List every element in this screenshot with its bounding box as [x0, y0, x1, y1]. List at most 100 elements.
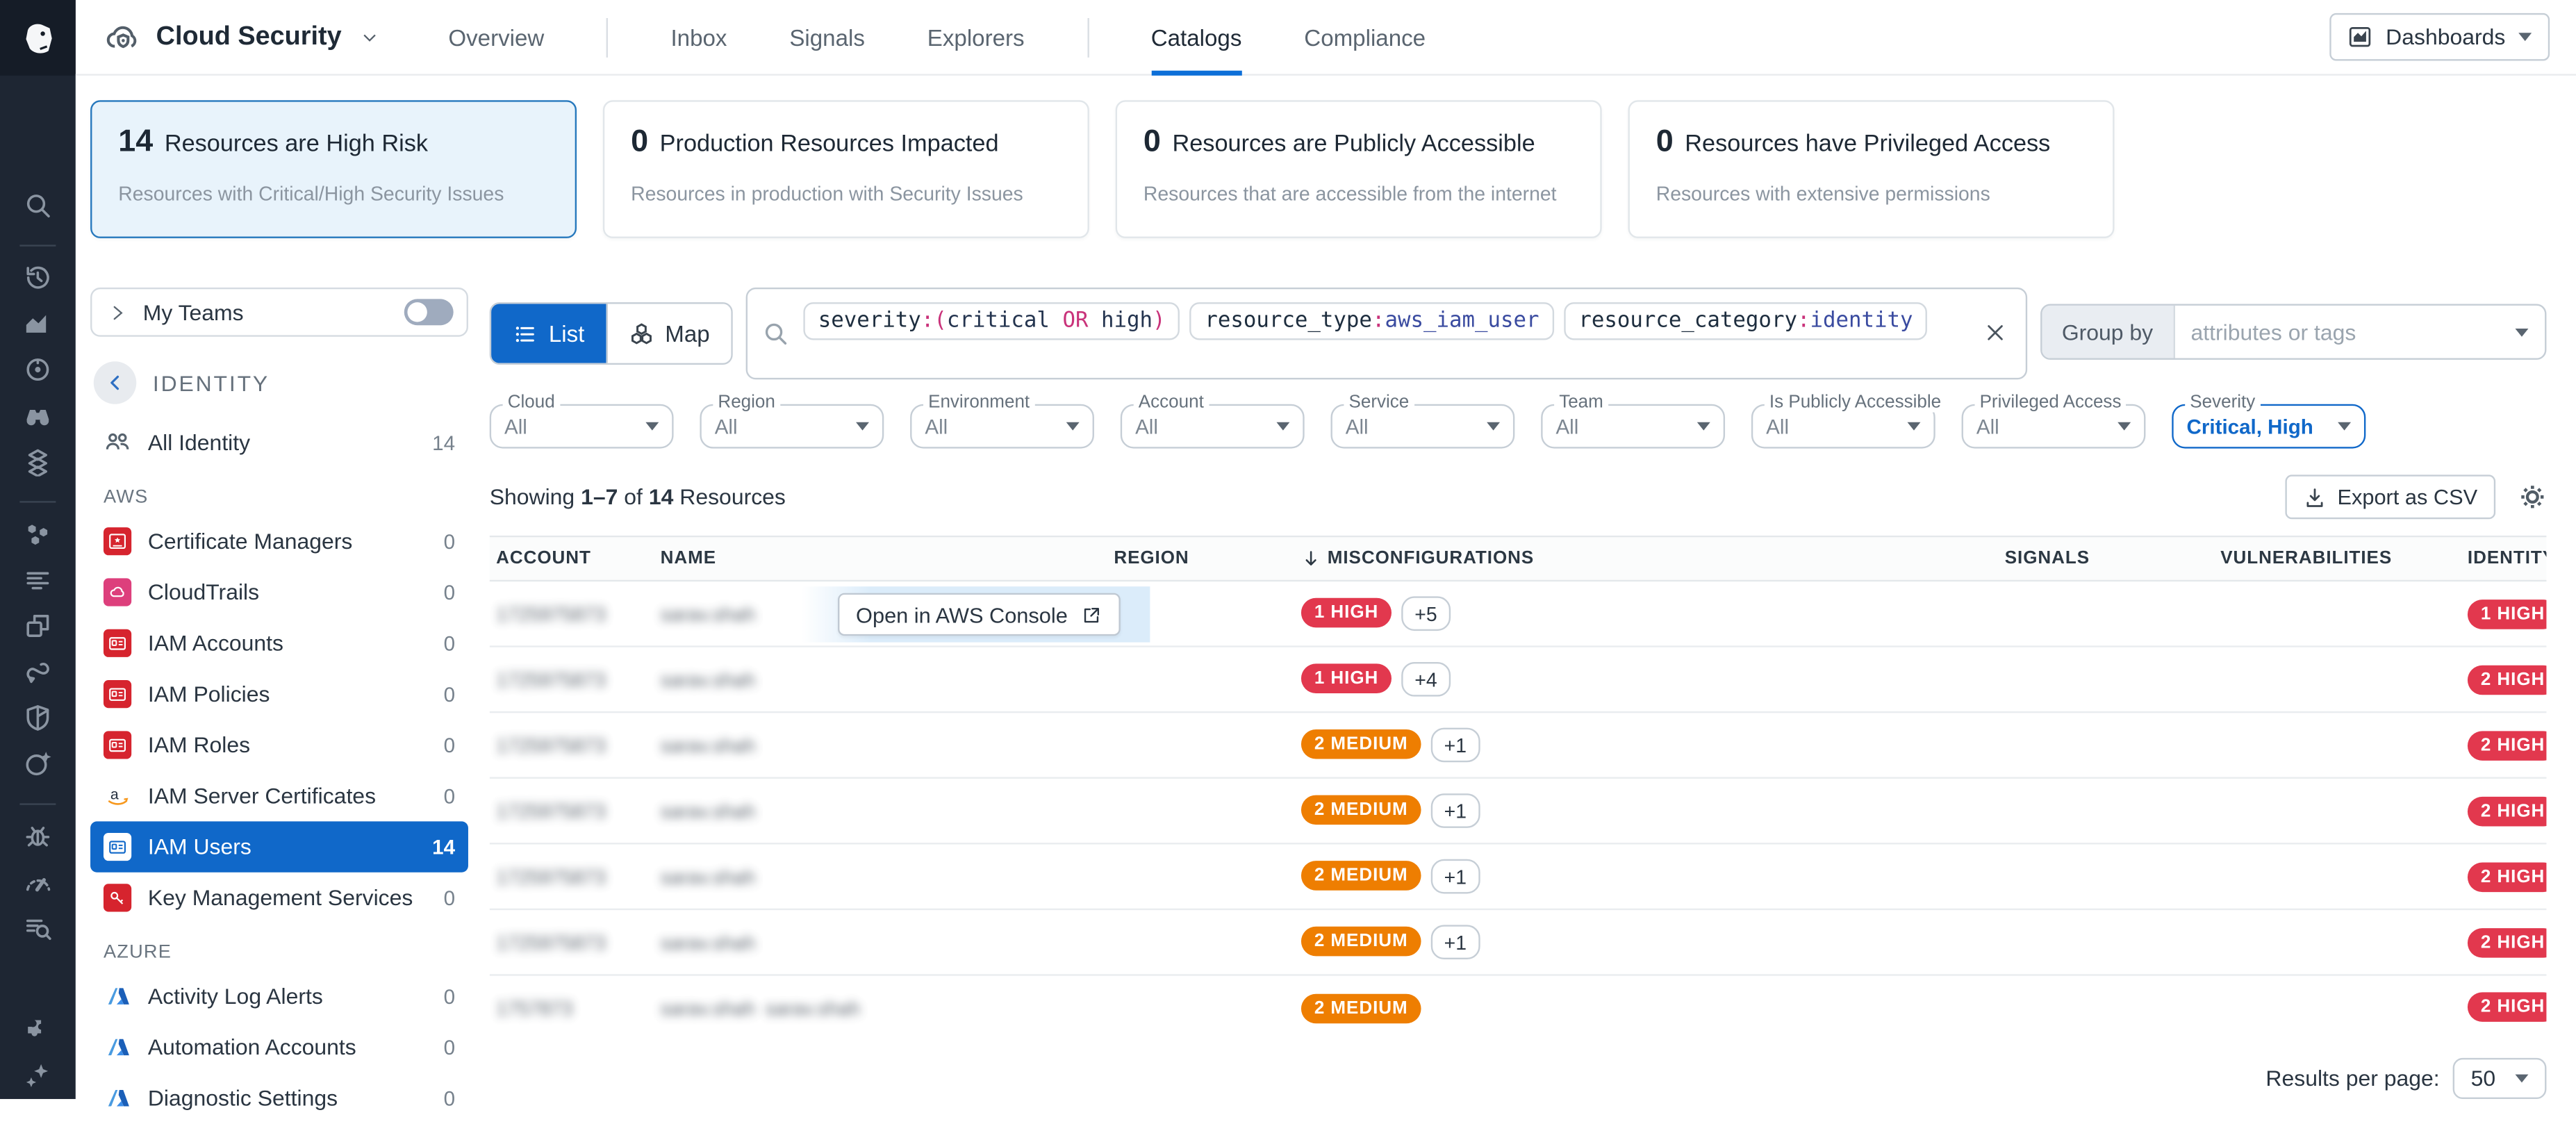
software-catalog-icon[interactable]	[23, 447, 53, 477]
search-toolbar: List Map severity:(critical OR high) reso…	[490, 288, 2547, 379]
query-chip-0[interactable]: severity:(critical OR high)	[803, 302, 1180, 340]
processes-icon[interactable]	[23, 519, 53, 549]
tab-compliance[interactable]: Compliance	[1304, 0, 1426, 75]
monitors-icon[interactable]	[23, 355, 53, 385]
table-row-6[interactable]: 1757873sarav.shahsarav.shah2 MEDIUM2 HIG…	[490, 976, 2547, 1039]
table-row-2[interactable]: 1725975873sarav.shah2 MEDIUM+12 HIGH	[490, 713, 2547, 779]
synthetics-icon[interactable]	[23, 657, 53, 687]
sidebar-item-iam-roles[interactable]: IAM Roles0	[90, 720, 468, 770]
integrations-puzzle-icon[interactable]	[23, 1015, 53, 1045]
my-teams-toggle-row[interactable]: My Teams	[90, 288, 468, 337]
query-chip-2[interactable]: resource_category:identity	[1564, 302, 1928, 340]
sidebar-item-label: IAM Roles	[148, 733, 250, 757]
query-search-box[interactable]: severity:(critical OR high) resource_type…	[746, 288, 2027, 379]
app-builder-icon[interactable]	[23, 611, 53, 641]
tab-overview[interactable]: Overview	[448, 0, 544, 75]
back-button[interactable]	[94, 361, 136, 404]
summary-card-2[interactable]: 0Resources are Publicly AccessibleResour…	[1116, 100, 1602, 238]
export-csv-label: Export as CSV	[2337, 485, 2477, 509]
map-view-button[interactable]: Map	[606, 304, 731, 363]
my-teams-switch[interactable]	[404, 299, 454, 325]
query-chip-1[interactable]: resource_type:aws_iam_user	[1190, 302, 1554, 340]
filter-environment[interactable]: EnvironmentAll	[910, 404, 1094, 449]
metrics-icon[interactable]	[23, 309, 53, 339]
sort-desc-icon	[1301, 549, 1321, 568]
sidebar-item-certificate-managers[interactable]: Certificate Managers0	[90, 516, 468, 567]
table-row-0[interactable]: 1725975873sarav.shah1 HIGH+51 HIGHOpen i…	[490, 581, 2547, 647]
redacted-account-id: 1725975873	[496, 931, 606, 954]
filter-team[interactable]: TeamAll	[1541, 404, 1725, 449]
results-per-page-select[interactable]: 50	[2453, 1058, 2547, 1099]
top-navigation-bar: Cloud Security Overview Inbox Signals Explo…	[76, 0, 2576, 76]
sidebar-item-key-management-services[interactable]: Key Management Services0	[90, 873, 468, 923]
security-shield-icon[interactable]	[23, 703, 53, 733]
filter-is-publicly-accessible[interactable]: Is Publicly AccessibleAll	[1751, 404, 1935, 449]
column-header-name[interactable]: NAME	[661, 549, 1114, 568]
table-row-5[interactable]: 1725975873sarav.shah2 MEDIUM+12 HIGH	[490, 910, 2547, 976]
export-csv-button[interactable]: Export as CSV	[2285, 474, 2495, 519]
clear-query-icon[interactable]	[1985, 322, 2006, 352]
filter-cloud[interactable]: CloudAll	[490, 404, 674, 449]
table-row-4[interactable]: 1725975873sarav.shah2 MEDIUM+12 HIGH	[490, 845, 2547, 911]
top-tabs: Overview Inbox Signals Explorers Catalogs Com…	[448, 0, 1426, 75]
logs-icon[interactable]	[23, 565, 53, 595]
column-header-region[interactable]: REGION	[1114, 549, 1301, 568]
sidebar-item-automation-accounts[interactable]: Automation Accounts0	[90, 1022, 468, 1073]
tab-explorers[interactable]: Explorers	[927, 0, 1025, 75]
sidebar-item-iam-policies[interactable]: IAM Policies0	[90, 668, 468, 719]
filter-severity[interactable]: SeverityCritical, High	[2172, 404, 2366, 449]
resource-catalog-content: List Map severity:(critical OR high) reso…	[490, 288, 2547, 1099]
product-switcher[interactable]: Cloud Security	[105, 19, 379, 55]
tab-catalogs[interactable]: Catalogs	[1151, 0, 1242, 75]
open-in-aws-console-button[interactable]: Open in AWS Console	[838, 593, 1120, 636]
identity-risk-badge: 2 HIGH	[2468, 730, 2547, 760]
list-view-button[interactable]: List	[491, 304, 606, 363]
column-header-vulnerabilities[interactable]: VULNERABILITIES	[2090, 549, 2392, 568]
sidebar-item-iam-server-certificates[interactable]: aIAM Server Certificates0	[90, 770, 468, 821]
sidebar-item-activity-log-alerts[interactable]: Activity Log Alerts0	[90, 971, 468, 1022]
card-subtitle: Resources that are accessible from the i…	[1143, 182, 1574, 205]
group-by-control[interactable]: Group by attributes or tags	[2040, 304, 2546, 359]
error-tracking-bug-icon[interactable]	[23, 821, 53, 851]
sidebar-item-label: IAM Users	[148, 834, 251, 859]
table-row-1[interactable]: 1725975873sarav.shah1 HIGH+42 HIGH	[490, 647, 2547, 713]
tab-inbox[interactable]: Inbox	[670, 0, 727, 75]
sidebar-item-all-identity[interactable]: All Identity 14	[90, 418, 468, 468]
sidebar-item-iam-users[interactable]: IAM Users14	[90, 821, 468, 872]
dashboards-button[interactable]: Dashboards	[2330, 13, 2550, 61]
sidebar-item-cloudtrails[interactable]: CloudTrails0	[90, 567, 468, 618]
summary-card-1[interactable]: 0Production Resources ImpactedResources …	[603, 100, 1089, 238]
audit-trail-icon[interactable]	[23, 914, 53, 943]
summary-card-3[interactable]: 0Resources have Privileged AccessResourc…	[1628, 100, 2115, 238]
sidebar-item-iam-accounts[interactable]: IAM Accounts0	[90, 618, 468, 668]
column-header-account[interactable]: ACCOUNT	[496, 549, 660, 568]
sidebar-item-diagnostic-settings[interactable]: Diagnostic Settings0	[90, 1073, 468, 1123]
recent-history-icon[interactable]	[23, 263, 53, 292]
chevron-right-icon	[108, 303, 126, 321]
card-title: Production Resources Impacted	[660, 131, 999, 158]
siem-icon[interactable]	[23, 749, 53, 779]
column-header-misconfigurations[interactable]: MISCONFIGURATIONS	[1301, 549, 1991, 568]
datadog-logo[interactable]	[0, 0, 76, 76]
filter-account[interactable]: AccountAll	[1121, 404, 1305, 449]
column-header-signals[interactable]: SIGNALS	[1991, 549, 2090, 568]
redacted-resource-name: sarav.shah	[661, 996, 756, 1019]
profiling-gauge-icon[interactable]	[23, 868, 53, 898]
column-header-identity-risks[interactable]: IDENTITY RISKS	[2468, 549, 2547, 568]
summary-card-0[interactable]: 14Resources are High RiskResources with …	[90, 100, 577, 238]
card-subtitle: Resources in production with Security Is…	[631, 182, 1062, 205]
search-icon[interactable]	[23, 190, 53, 220]
watchdog-icon[interactable]	[23, 401, 53, 431]
filter-region[interactable]: RegionAll	[700, 404, 884, 449]
cell-misconfigurations: 1 HIGH+4	[1301, 662, 1991, 697]
filter-privileged-access[interactable]: Privileged AccessAll	[1962, 404, 2146, 449]
table-row-3[interactable]: 1725975873sarav.shah2 MEDIUM+12 HIGH	[490, 779, 2547, 845]
table-settings-gear-icon[interactable]	[2518, 483, 2546, 511]
rail-divider	[19, 501, 56, 502]
tab-signals[interactable]: Signals	[789, 0, 865, 75]
bits-ai-sparkles-icon[interactable]	[23, 1061, 53, 1091]
filter-service[interactable]: ServiceAll	[1330, 404, 1514, 449]
caret-down-icon	[856, 422, 869, 431]
redacted-resource-name: sarav.shah	[661, 602, 756, 625]
app-root: Cloud Security Overview Inbox Signals Explo…	[0, 0, 2576, 1099]
